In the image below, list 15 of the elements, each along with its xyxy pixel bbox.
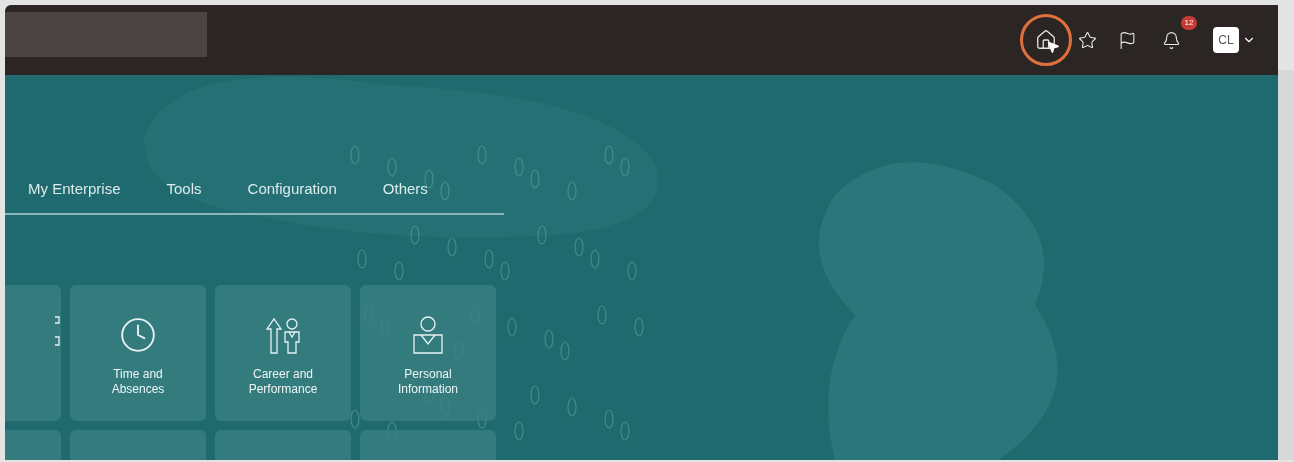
star-icon — [1077, 30, 1097, 50]
home-icon — [1035, 29, 1057, 51]
nav-tab[interactable]: Configuration — [247, 178, 337, 201]
app-tile[interactable]: Personal Information — [360, 284, 496, 421]
bell-icon — [1162, 30, 1181, 50]
nav-tab[interactable]: Tools — [166, 178, 202, 201]
app-tile[interactable]: Career and Performance — [215, 284, 351, 421]
person-icon — [411, 314, 445, 355]
notification-count-badge: 12 — [1181, 16, 1197, 30]
nav-tab[interactable]: Others — [382, 178, 428, 201]
clock-icon — [119, 315, 157, 354]
app-tile[interactable]: Time and Absences — [70, 284, 206, 421]
hierarchy-icon — [55, 314, 61, 349]
nav-tab[interactable]: My Enterprise — [28, 178, 121, 201]
cursor-icon — [1046, 40, 1060, 54]
